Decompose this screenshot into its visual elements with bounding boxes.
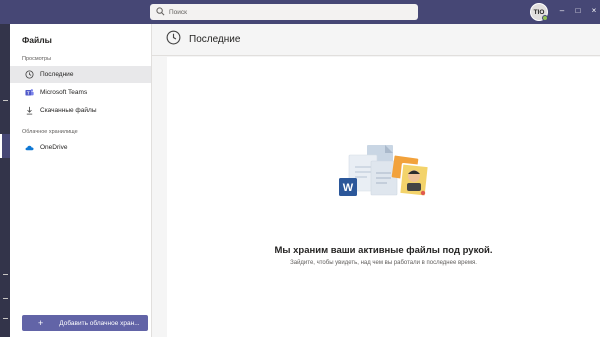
onedrive-icon bbox=[24, 143, 34, 153]
presence-status-icon bbox=[542, 15, 548, 21]
sidebar-item-downloads[interactable]: Скачанные файлы bbox=[10, 102, 151, 119]
sidebar-item-microsoft-teams[interactable]: T Microsoft Teams bbox=[10, 84, 151, 101]
sidebar-item-label: Скачанные файлы bbox=[40, 107, 97, 114]
app-bar-item[interactable] bbox=[3, 318, 8, 319]
search-icon bbox=[156, 3, 165, 21]
app-bar bbox=[0, 24, 10, 337]
close-button[interactable]: × bbox=[588, 4, 600, 18]
search-placeholder: Поиск bbox=[169, 8, 188, 16]
minimize-button[interactable]: – bbox=[556, 4, 568, 18]
app-bar-item[interactable] bbox=[3, 298, 8, 299]
title-bar: Поиск TIO – □ × bbox=[0, 0, 600, 24]
sidebar-item-label: OneDrive bbox=[40, 144, 68, 151]
section-label-cloud-storage: Облачное хранилище bbox=[22, 129, 78, 135]
sidebar-item-onedrive[interactable]: OneDrive bbox=[10, 139, 151, 156]
recent-files-panel: W Мы храним ваши активные файлы под руко… bbox=[167, 57, 600, 337]
teams-icon: T bbox=[24, 88, 34, 98]
plus-icon: + bbox=[38, 318, 44, 328]
main-header: Последние bbox=[152, 24, 600, 56]
empty-state-title: Мы храним ваши активные файлы под рукой. bbox=[274, 245, 493, 256]
add-cloud-storage-button[interactable]: + Добавить облачное хран... bbox=[22, 315, 148, 331]
files-illustration: W bbox=[339, 145, 430, 197]
svg-text:T: T bbox=[26, 90, 29, 95]
clock-icon bbox=[166, 30, 181, 50]
empty-state-subtitle: Зайдите, чтобы увидеть, над чем вы работ… bbox=[290, 260, 477, 266]
clock-icon bbox=[24, 70, 34, 80]
svg-text:W: W bbox=[343, 182, 354, 194]
add-cloud-storage-label: Добавить облачное хран... bbox=[59, 319, 140, 327]
search-box[interactable]: Поиск bbox=[150, 4, 418, 20]
maximize-button[interactable]: □ bbox=[572, 4, 584, 18]
app-bar-item[interactable] bbox=[3, 100, 8, 101]
section-label-views: Просмотры bbox=[22, 56, 52, 62]
download-icon bbox=[24, 106, 34, 116]
app-bar-item-files[interactable] bbox=[0, 134, 10, 158]
app-bar-item[interactable] bbox=[3, 274, 8, 275]
files-sidebar: Файлы Просмотры Последние T Microsoft Te… bbox=[10, 24, 152, 337]
sidebar-title: Файлы bbox=[22, 35, 52, 45]
page-title: Последние bbox=[189, 34, 241, 45]
sidebar-item-recent[interactable]: Последние bbox=[10, 66, 151, 83]
sidebar-item-label: Последние bbox=[40, 71, 74, 78]
sidebar-item-label: Microsoft Teams bbox=[40, 89, 88, 96]
